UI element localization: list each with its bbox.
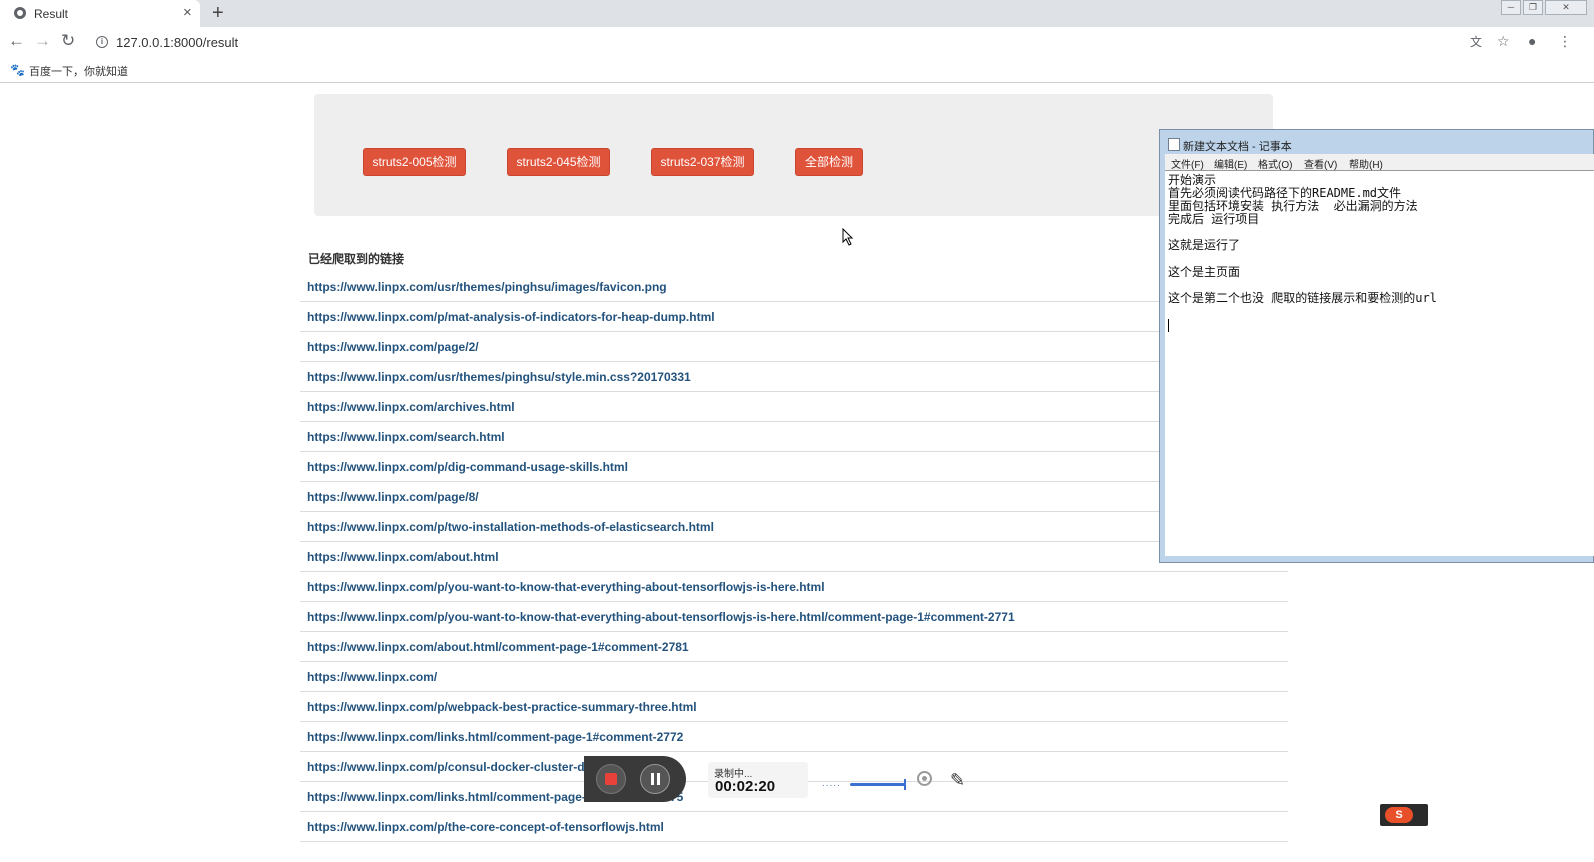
link[interactable]: https://www.linpx.com/links.html/comment… (307, 730, 683, 744)
list-item: https://www.linpx.com/links.html/comment… (300, 722, 1288, 752)
menu-view[interactable]: 查看(V) (1304, 156, 1337, 171)
struts2-045-button[interactable]: struts2-045检测 (507, 148, 610, 176)
sogou-ime-icon: S (1385, 807, 1413, 823)
ime-tray[interactable]: S (1380, 804, 1428, 826)
pause-record-button[interactable] (640, 764, 670, 794)
tab-strip: Result × + ─ ❐ ✕ (0, 0, 1594, 27)
link[interactable]: https://www.linpx.com/usr/themes/pinghsu… (307, 280, 667, 294)
list-item: https://www.linpx.com/about.html/comment… (300, 632, 1288, 662)
address-bar[interactable]: 127.0.0.1:8000/result (116, 35, 238, 50)
link[interactable]: https://www.linpx.com/p/webpack-best-pra… (307, 700, 697, 714)
back-button[interactable]: ← (8, 31, 25, 51)
pen-icon[interactable]: ✎ (950, 770, 965, 790)
webcam-icon[interactable] (917, 771, 932, 786)
close-tab-icon[interactable]: × (183, 4, 192, 22)
list-item: https://www.linpx.com/p/the-core-concept… (300, 812, 1288, 842)
bookmarks-bar: 🐾 百度一下，你就知道 (0, 57, 1594, 83)
link[interactable]: https://www.linpx.com/about.html (307, 550, 499, 564)
minimize-button[interactable]: ─ (1501, 0, 1521, 15)
globe-icon (14, 7, 26, 19)
list-item: https://www.linpx.com/p/you-want-to-know… (300, 572, 1288, 602)
list-item: https://www.linpx.com/usr/themes/pinghsu… (300, 362, 1288, 392)
maximize-button[interactable]: ❐ (1523, 0, 1543, 15)
list-item: https://www.linpx.com/p/mat-analysis-of-… (300, 302, 1288, 332)
translate-icon[interactable]: 文 (1470, 33, 1482, 50)
recorder-controls (584, 756, 686, 802)
link[interactable]: https://www.linpx.com/page/8/ (307, 490, 479, 504)
link-list: https://www.linpx.com/usr/themes/pinghsu… (300, 272, 1288, 842)
forward-button[interactable]: → (34, 31, 51, 51)
volume-slider[interactable] (850, 779, 906, 790)
link[interactable]: https://www.linpx.com/p/consul-docker-cl… (307, 760, 599, 774)
audio-level-dots: ..... (822, 778, 841, 789)
link[interactable]: https://www.linpx.com/about.html/comment… (307, 640, 689, 654)
link[interactable]: https://www.linpx.com/p/you-want-to-know… (307, 580, 825, 594)
list-item: https://www.linpx.com/p/you-want-to-know… (300, 602, 1288, 632)
menu-icon[interactable]: ⋮ (1558, 33, 1572, 50)
list-item: https://www.linpx.com/p/two-installation… (300, 512, 1288, 542)
list-item: https://www.linpx.com/about.html (300, 542, 1288, 572)
browser-toolbar: ← → ↻ i 127.0.0.1:8000/result 文 ☆ ● ⋮ (0, 27, 1594, 57)
notepad-icon (1168, 138, 1180, 151)
list-item: https://www.linpx.com/p/webpack-best-pra… (300, 692, 1288, 722)
link[interactable]: https://www.linpx.com/ (307, 670, 437, 684)
list-item: https://www.linpx.com/archives.html (300, 392, 1288, 422)
note-line: 这个是主页面 (1168, 265, 1241, 279)
reload-button[interactable]: ↻ (61, 31, 75, 51)
list-item: https://www.linpx.com/search.html (300, 422, 1288, 452)
menu-help[interactable]: 帮助(H) (1349, 156, 1383, 171)
window-close-button[interactable]: ✕ (1545, 0, 1587, 15)
link[interactable]: https://www.linpx.com/archives.html (307, 400, 515, 414)
menu-format[interactable]: 格式(O) (1258, 156, 1292, 171)
link[interactable]: https://www.linpx.com/p/the-core-concept… (307, 820, 664, 834)
link[interactable]: https://www.linpx.com/p/mat-analysis-of-… (307, 310, 715, 324)
mouse-pointer-icon (842, 228, 854, 246)
tab-result[interactable]: Result × (0, 0, 200, 27)
recorder-status-box: 录制中... 00:02:20 (708, 762, 808, 798)
bookmark-baidu[interactable]: 百度一下，你就知道 (29, 63, 128, 79)
list-item: https://www.linpx.com/page/8/ (300, 482, 1288, 512)
section-title: 已经爬取到的链接 (308, 252, 405, 266)
link[interactable]: https://www.linpx.com/p/you-want-to-know… (307, 610, 1015, 624)
note-line: 这就是运行了 (1168, 238, 1241, 252)
link[interactable]: https://www.linpx.com/page/2/ (307, 340, 479, 354)
new-tab-button[interactable]: + (212, 1, 224, 25)
notepad-title: 新建文本文档 - 记事本 (1183, 141, 1292, 153)
link[interactable]: https://www.linpx.com/p/two-installation… (307, 520, 714, 534)
link[interactable]: https://www.linpx.com/p/dig-command-usag… (307, 460, 628, 474)
recording-time: 00:02:20 (715, 778, 776, 795)
stop-record-button[interactable] (596, 764, 626, 794)
link[interactable]: https://www.linpx.com/search.html (307, 430, 505, 444)
menu-file[interactable]: 文件(F) (1171, 156, 1204, 171)
star-icon[interactable]: ☆ (1497, 33, 1510, 50)
note-line: 这个是第二个也没 爬取的链接展示和要检测的url (1168, 291, 1437, 305)
notepad-window[interactable]: 新建文本文档 - 记事本 文件(F) 编辑(E) 格式(O) 查看(V) 帮助(… (1159, 129, 1594, 563)
info-icon[interactable]: i (96, 36, 108, 48)
note-line: 完成后 运行项目 (1168, 212, 1260, 226)
struts2-037-button[interactable]: struts2-037检测 (651, 148, 754, 176)
notepad-text-area[interactable]: 开始演示 首先必须阅读代码路径下的README.md文件 里面包括环境安装 执行… (1165, 170, 1594, 556)
list-item: https://www.linpx.com/usr/themes/pinghsu… (300, 272, 1288, 302)
account-icon[interactable]: ● (1528, 33, 1536, 49)
tab-title: Result (34, 7, 69, 21)
link[interactable]: https://www.linpx.com/usr/themes/pinghsu… (307, 370, 691, 384)
text-caret (1168, 319, 1169, 332)
baidu-paw-icon: 🐾 (10, 63, 25, 77)
list-item: https://www.linpx.com/page/2/ (300, 332, 1288, 362)
struts2-005-button[interactable]: struts2-005检测 (363, 148, 466, 176)
list-item: https://www.linpx.com/ (300, 662, 1288, 692)
list-item: https://www.linpx.com/p/dig-command-usag… (300, 452, 1288, 482)
notepad-menubar: 文件(F) 编辑(E) 格式(O) 查看(V) 帮助(H) (1165, 154, 1594, 171)
menu-edit[interactable]: 编辑(E) (1214, 156, 1247, 171)
all-check-button[interactable]: 全部检测 (795, 148, 863, 176)
